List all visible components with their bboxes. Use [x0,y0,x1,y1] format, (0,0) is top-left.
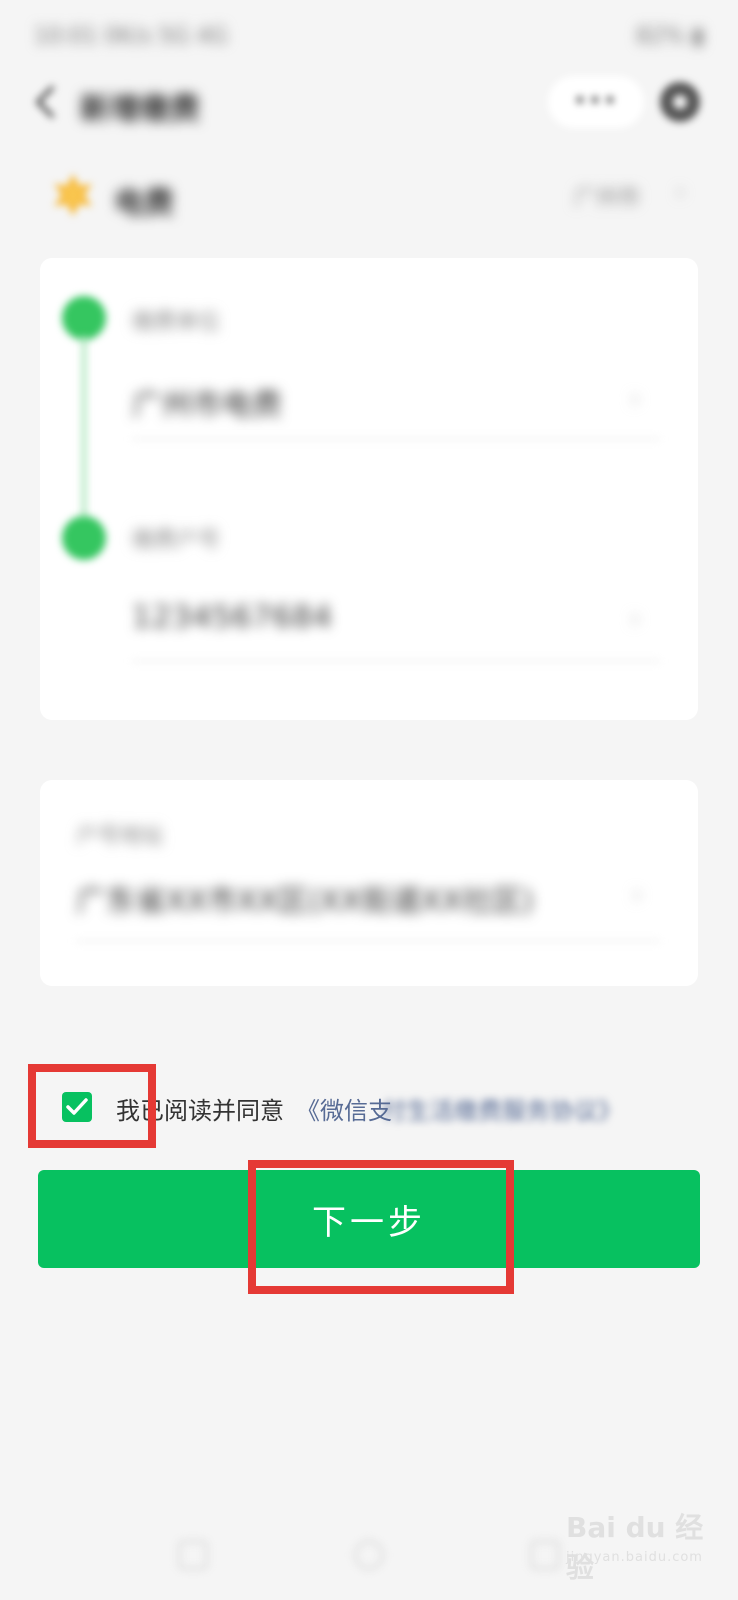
nav-home-button[interactable] [354,1540,384,1570]
region-selector[interactable]: 广州市 [574,180,640,212]
chevron-right-icon: › [632,880,643,910]
agreement-link[interactable]: 《微信支 [296,1091,392,1126]
payment-unit-label: 缴费单位 [132,310,221,335]
account-number-label: 缴费户号 [132,528,221,553]
timeline-connector [82,336,86,520]
account-number-input[interactable]: 1234567684 [132,600,333,635]
status-bar-left: 10:01 0K/s 5G 4G [34,24,228,49]
payment-unit-select[interactable]: 广州市电费 [132,380,282,424]
page-title: 新增缴费 [80,92,200,127]
nav-back-button[interactable] [530,1540,560,1570]
watermark-brand: Bai du 经验 [566,1511,704,1584]
electricity-sun-icon [50,172,96,218]
step-dot-1 [62,296,106,340]
baidu-watermark: Bai du 经验 jingyan.baidu.com [566,1506,716,1586]
more-options-button[interactable]: ••• [548,76,644,128]
close-miniprogram-icon[interactable] [660,82,700,122]
watermark-url: jingyan.baidu.com [566,1550,703,1565]
address-select[interactable]: 广东省XX市XX区(XX街道XX社区) [76,876,534,920]
status-bar-right: 82% ▮ [636,24,704,49]
divider [76,940,660,942]
divider [132,438,660,440]
step-dot-2 [62,516,106,560]
provider-name: 电费 [114,186,174,221]
annotation-box-next [248,1160,514,1294]
back-arrow-icon[interactable] [26,82,66,122]
agreement-link-rest[interactable]: 付生活缴费服务协议》 [382,1091,622,1126]
address-label: 户号地址 [76,824,165,849]
chevron-right-icon: › [630,384,641,414]
nav-menu-button[interactable] [178,1540,208,1570]
annotation-box-checkbox [28,1064,156,1148]
divider [132,660,660,662]
chevron-right-icon: › [630,604,641,634]
chevron-right-icon: › [676,180,685,205]
